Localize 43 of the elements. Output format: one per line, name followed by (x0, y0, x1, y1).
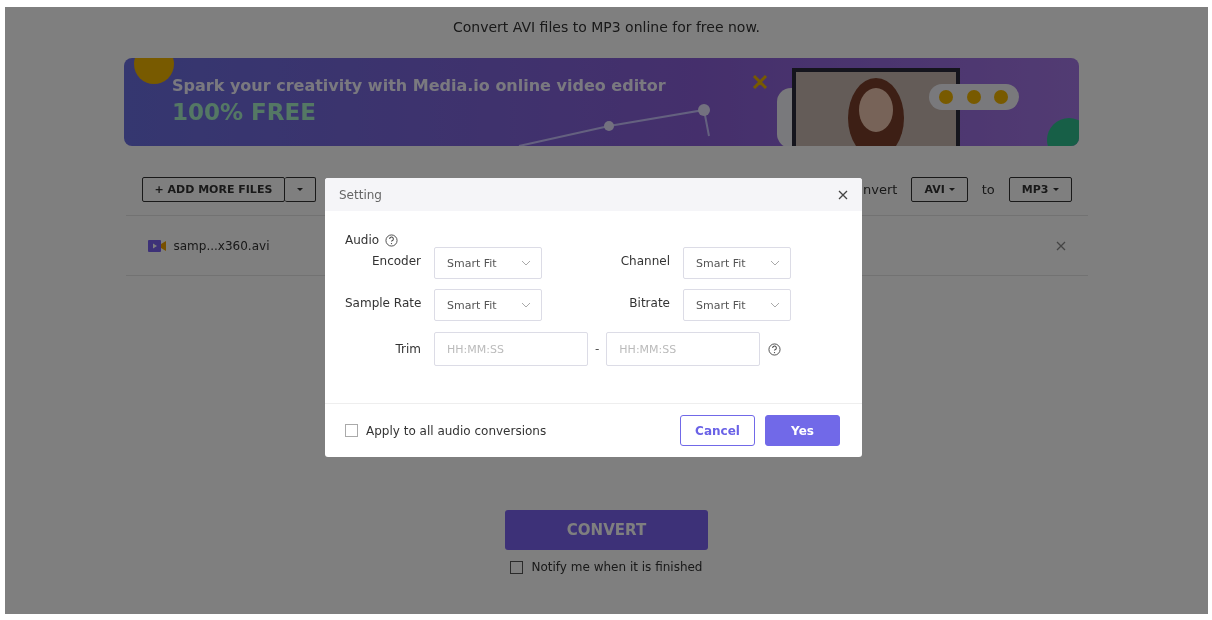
chevron-down-icon (770, 260, 780, 266)
cancel-button[interactable]: Cancel (680, 415, 755, 446)
to-label: to (981, 182, 995, 197)
promo-banner[interactable]: Spark your creativity with Media.io online video editor 100% FREE (124, 58, 1079, 146)
dropdown-button[interactable] (285, 177, 317, 202)
field-label: Trim (394, 342, 421, 356)
file-name: samp...x360.avi (173, 238, 270, 253)
start-time-field[interactable]: HH:MM:SS (434, 332, 588, 366)
chevron-down-icon (521, 302, 531, 308)
page-title: Convert AVI files to MP3 online for free now. (452, 19, 761, 37)
target-format-button[interactable]: MP3 (1008, 177, 1072, 202)
convert-button[interactable]: CONVERT (505, 510, 708, 550)
help-icon[interactable] (385, 233, 399, 247)
source-format-button[interactable]: AVI (911, 177, 968, 202)
add-files-button[interactable]: + ADD MORE FILES (141, 177, 286, 202)
field-label: Channel (619, 253, 670, 268)
select-field[interactable]: Smart Fit (434, 247, 542, 279)
help-icon[interactable] (768, 342, 782, 356)
dialog-title: Setting (339, 187, 382, 202)
caret-icon (1052, 188, 1059, 191)
yes-button[interactable]: Yes (765, 415, 840, 446)
video-file-icon (147, 239, 166, 252)
select-field[interactable]: Smart Fit (683, 247, 791, 279)
select-field[interactable]: Smart Fit (434, 289, 542, 321)
field-label: Sample Rate (345, 295, 421, 310)
separator: - (595, 342, 600, 356)
banner-headline: Spark your creativity with Media.io online video editor (172, 76, 667, 95)
checkbox[interactable] (345, 424, 358, 437)
notify-label: Notify me when it is finished (531, 560, 703, 574)
caret-icon (948, 188, 955, 191)
close-icon[interactable] (838, 189, 848, 200)
banner-tagline: 100% FREE (172, 99, 317, 125)
chevron-down-icon (770, 302, 780, 308)
chevron-down-icon (521, 260, 531, 266)
field-label: Bitrate (628, 295, 670, 310)
convert-label: nvert (863, 182, 898, 197)
apply-all-label: Apply to all audio conversions (366, 423, 547, 438)
caret-icon (297, 188, 304, 191)
section-label: Audio (345, 233, 380, 247)
select-field[interactable]: Smart Fit (683, 289, 791, 321)
checkbox[interactable] (510, 560, 524, 574)
end-time-field[interactable]: HH:MM:SS (606, 332, 761, 366)
field-label: Encoder (370, 253, 421, 268)
